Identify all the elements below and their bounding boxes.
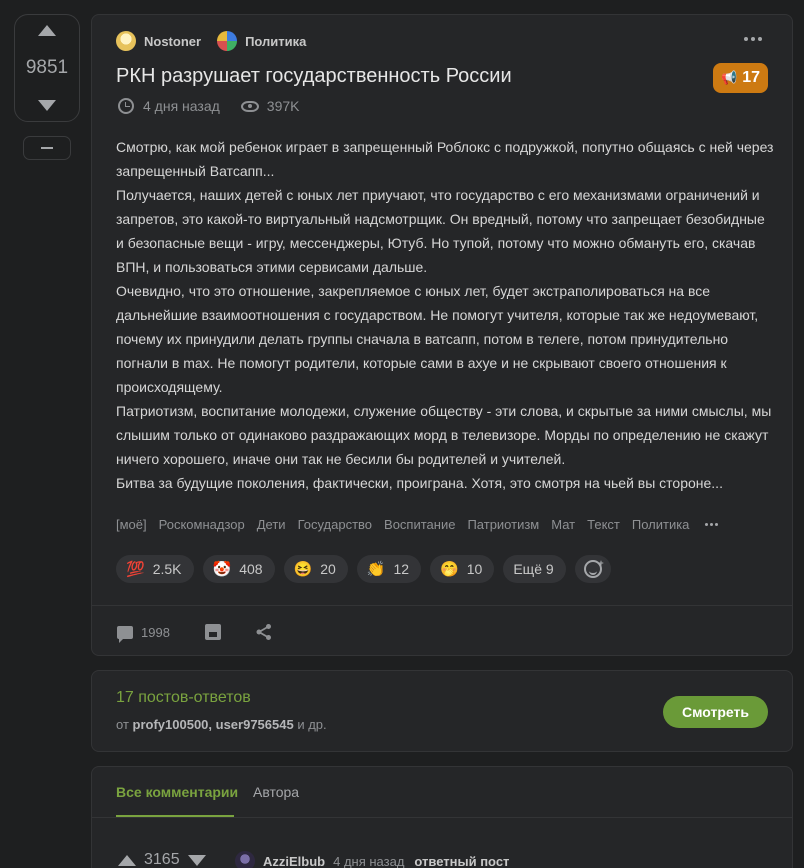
post-footer: 1998 [117,623,273,643]
post-stats: 4 дня назад 397K [118,98,299,114]
answer-posts-authors: от profy100500, user9756545 и др. [116,717,327,732]
active-tab-indicator [116,815,234,817]
post-time: 4 дня назад [143,98,220,114]
reaction-giggle[interactable]: 🤭 10 [430,555,495,583]
vote-count: 9851 [25,57,69,78]
more-options-icon[interactable] [744,37,762,41]
clock-icon [118,98,134,114]
post-paragraph: Очевидно, что это отношение, закрепляемо… [116,283,759,395]
tag[interactable]: Мат [551,517,575,532]
post-card: Nostoner Политика РКН разрушает государс… [91,14,793,656]
post-paragraph: Патриотизм, воспитание молодежи, служени… [116,403,772,467]
comment-meta: AzziElbub 4 дня назад ответный пост [235,851,509,868]
reaction-count: 408 [239,561,263,577]
comment-time: 4 дня назад [333,853,405,868]
comment-upvote-icon[interactable] [118,854,136,866]
tag[interactable]: [моё] [116,517,147,532]
post-paragraph: Получается, наших детей с юных лет приуч… [116,187,765,275]
comment-rating: 3165 [144,851,180,868]
comment-icon[interactable] [117,625,133,643]
view-answers-button[interactable]: Смотреть [663,696,768,728]
post-body: Смотрю, как мой ребенок играет в запреще… [116,135,776,495]
reaction-100[interactable]: 💯 2.5K [116,555,194,583]
reaction-laugh[interactable]: 😆 20 [283,555,348,583]
reaction-count: 20 [320,561,336,577]
laugh-emoji-icon: 😆 [293,561,313,578]
comment-downvote-icon[interactable] [187,854,206,866]
tag[interactable]: Политика [632,517,690,532]
divider [92,605,792,606]
tab-all-comments[interactable]: Все комментарии [116,784,238,800]
divider [92,817,792,818]
reaction-clown[interactable]: 🤡 408 [202,555,275,583]
comment-vote: 3165 [118,851,206,868]
clown-emoji-icon: 🤡 [212,561,232,578]
post-meta: Nostoner Политика [116,31,306,51]
more-tags-icon[interactable] [705,523,719,526]
downvote-icon[interactable] [38,100,56,111]
comment-avatar[interactable] [235,851,255,868]
answers-from-prefix: от [116,717,129,732]
clap-emoji-icon: 👏 [366,561,386,578]
rating-badge-count: 17 [742,69,760,86]
post-views: 397K [266,98,300,114]
post-title[interactable]: РКН разрушает государственность России [116,65,512,88]
post-paragraph: Смотрю, как мой ребенок играет в запреще… [116,139,774,179]
community-name[interactable]: Политика [245,34,306,49]
tag[interactable]: Текст [587,517,620,532]
answer-posts-title[interactable]: 17 постов-ответов [116,689,251,707]
upvote-icon[interactable] [38,25,56,36]
comment-badge[interactable]: ответный пост [414,854,509,868]
post-vote-box: 9851 [14,14,80,122]
more-reactions-button[interactable]: Ещё 9 [503,555,566,583]
reactions: 💯 2.5K 🤡 408 😆 20 👏 12 🤭 10 Ещё 9 + [116,555,611,583]
more-reactions-label: Ещё 9 [513,561,554,577]
post-tags: [моё] Роскомнадзор Дети Государство Восп… [116,517,719,532]
minus-icon [41,147,53,149]
community-avatar[interactable] [217,31,238,51]
plus-icon: + [598,558,604,568]
comment-author[interactable]: AzziElbub [263,854,325,868]
save-icon[interactable] [204,624,221,640]
answers-from-users: profy100500, user9756545 [132,717,294,732]
author-avatar[interactable] [116,31,136,51]
tag[interactable]: Роскомнадзор [159,517,245,532]
megaphone-icon: 📢 [721,70,738,85]
add-reaction-button[interactable]: + [574,555,611,583]
share-icon[interactable] [255,623,273,641]
rating-badge[interactable]: 📢 17 [713,63,768,93]
author-name[interactable]: Nostoner [144,34,201,49]
reaction-count: 12 [393,561,410,577]
comments-count[interactable]: 1998 [141,625,170,640]
hide-post-button[interactable] [23,136,71,160]
answers-from-suffix: и др. [297,717,327,732]
hundred-emoji-icon: 💯 [126,561,145,578]
reaction-clap[interactable]: 👏 12 [356,555,422,583]
eye-icon [240,100,259,112]
tag[interactable]: Дети [257,517,286,532]
giggle-emoji-icon: 🤭 [440,561,459,578]
tag[interactable]: Государство [298,517,372,532]
reaction-count: 2.5K [152,561,182,577]
tab-author-comments[interactable]: Автора [253,784,299,800]
answer-posts-card: 17 постов-ответов от profy100500, user97… [91,670,793,752]
reaction-count: 10 [466,561,483,577]
post-paragraph: Битва за будущие поколения, фактически, … [116,475,723,491]
tag[interactable]: Патриотизм [467,517,539,532]
comments-card: Все комментарии Автора 3165 AzziElbub 4 … [91,766,793,868]
tag[interactable]: Воспитание [384,517,455,532]
